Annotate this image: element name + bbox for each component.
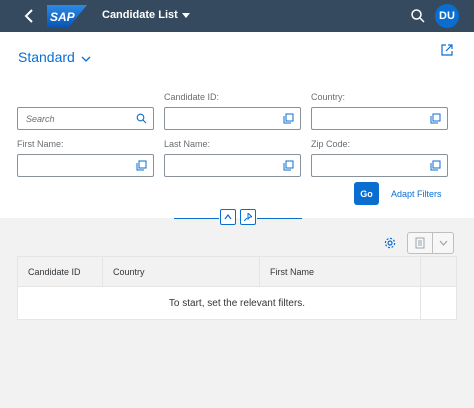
caret-down-icon [181, 13, 190, 18]
split-divider [432, 233, 433, 253]
candidate-id-field[interactable] [164, 107, 301, 130]
first-name-label: First Name: [17, 139, 64, 149]
sap-logo-text: SAP [50, 10, 76, 24]
candidate-table: Candidate ID Country First Name To start… [17, 256, 457, 320]
filter-header: Standard Search Candidate ID: Country: F… [0, 32, 474, 218]
first-name-field[interactable] [17, 154, 154, 177]
value-help-icon[interactable] [430, 160, 441, 171]
chevron-down-icon[interactable] [439, 239, 448, 247]
last-name-label: Last Name: [164, 139, 211, 149]
collapse-divider-right [257, 218, 302, 219]
share-icon[interactable] [440, 43, 454, 57]
search-icon[interactable] [410, 8, 426, 24]
chevron-down-icon [81, 56, 91, 62]
value-help-icon[interactable] [283, 113, 294, 124]
chevron-up-icon [224, 214, 232, 220]
search-placeholder: Search [26, 114, 55, 124]
app-title-menu[interactable]: Candidate List [102, 9, 190, 21]
column-header-country[interactable]: Country [103, 257, 260, 287]
variant-label: Standard [18, 49, 75, 65]
value-help-icon[interactable] [430, 113, 441, 124]
sap-logo[interactable]: SAP [47, 5, 87, 27]
avatar[interactable]: DU [435, 4, 459, 28]
column-header-candidate-id[interactable]: Candidate ID [18, 257, 103, 287]
value-help-icon[interactable] [283, 160, 294, 171]
search-input[interactable]: Search [17, 107, 154, 130]
app-title: Candidate List [102, 9, 178, 21]
candidate-id-label: Candidate ID: [164, 92, 220, 102]
export-icon[interactable] [414, 237, 426, 249]
table-header: Candidate ID Country First Name [18, 257, 456, 287]
table-empty-message: To start, set the relevant filters. [168, 297, 306, 309]
last-name-field[interactable] [164, 154, 301, 177]
adapt-filters-button[interactable]: Adapt Filters [391, 189, 442, 199]
variant-selector[interactable]: Standard [18, 49, 91, 65]
zip-code-label: Zip Code: [311, 139, 351, 149]
pin-header-button[interactable] [240, 209, 256, 225]
gear-icon[interactable] [383, 236, 397, 250]
export-split-button [407, 232, 454, 254]
zip-code-field[interactable] [311, 154, 448, 177]
go-button[interactable]: Go [354, 182, 379, 205]
shell-bar: SAP Candidate List DU [0, 0, 474, 32]
collapse-divider-left [174, 218, 219, 219]
collapse-header-button[interactable] [220, 209, 236, 225]
pin-icon [244, 213, 252, 221]
country-label: Country: [311, 92, 346, 102]
country-field[interactable] [311, 107, 448, 130]
back-icon[interactable] [21, 7, 39, 25]
search-icon[interactable] [136, 113, 147, 124]
value-help-icon[interactable] [136, 160, 147, 171]
column-header-first-name[interactable]: First Name [260, 257, 420, 287]
